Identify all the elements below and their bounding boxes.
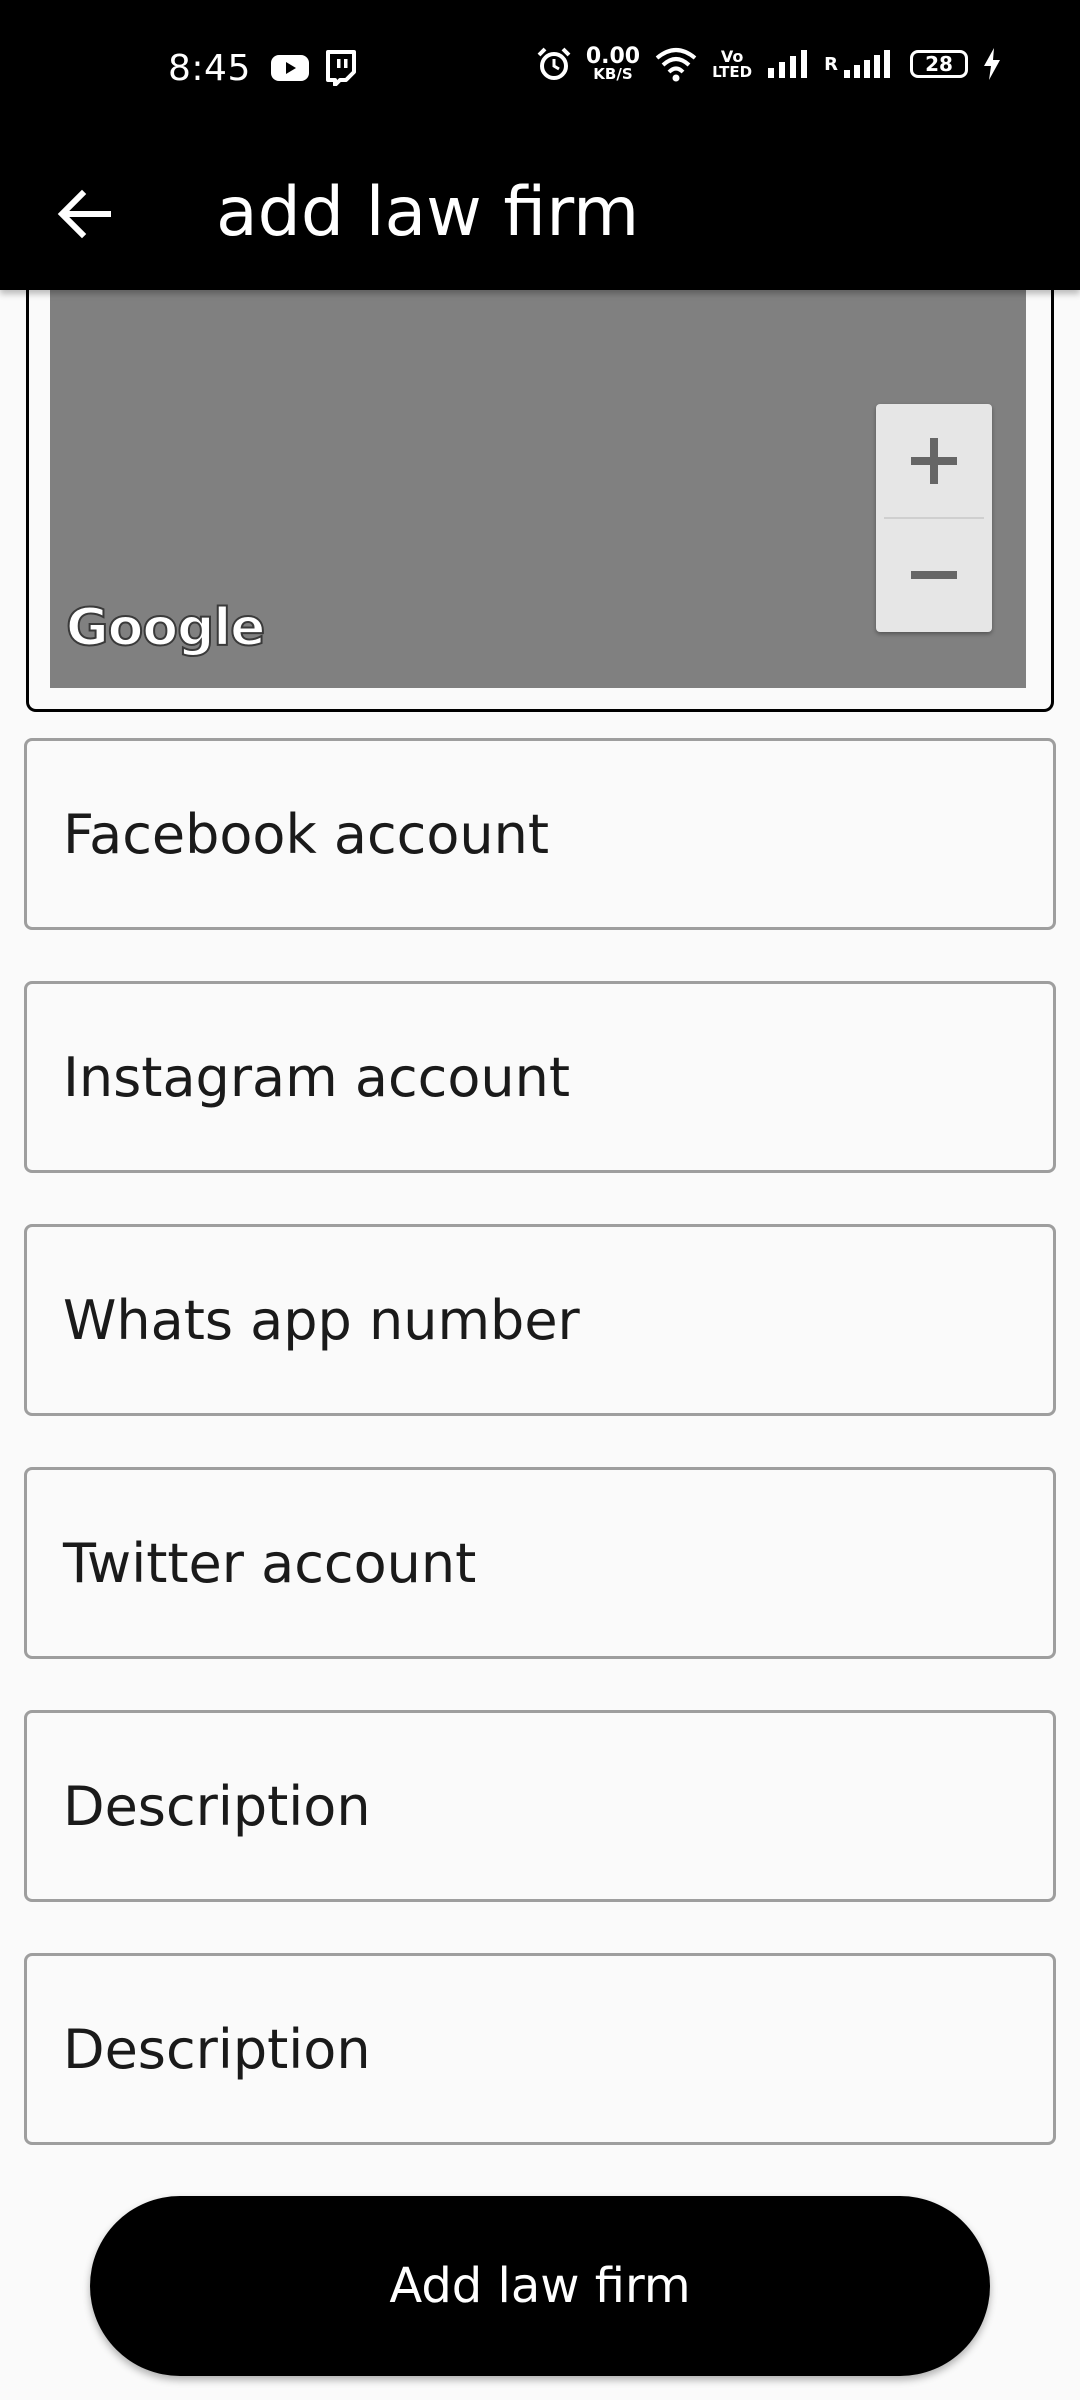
- instagram-account-input[interactable]: Instagram account: [24, 981, 1056, 1173]
- app-bar: add law firm: [0, 140, 1080, 290]
- volte-indicator: Vo LTED: [712, 46, 753, 81]
- add-law-firm-button[interactable]: Add law firm: [90, 2196, 990, 2376]
- status-time: 8:45: [168, 48, 251, 89]
- net-speed: 0.00 KB/S: [585, 44, 641, 83]
- field-placeholder: Description: [63, 2017, 371, 2081]
- wifi-icon: [655, 48, 697, 82]
- page-title: add law firm: [216, 173, 640, 252]
- field-placeholder: Instagram account: [63, 1045, 571, 1109]
- status-bar: 8:45 0.00 KB/S Vo LTED R 28: [0, 0, 1080, 140]
- alarm-icon: [537, 47, 571, 80]
- charging-icon: [984, 48, 1000, 80]
- field-placeholder: Facebook account: [63, 802, 550, 866]
- arrow-left-icon[interactable]: [52, 180, 120, 248]
- notification-icons: [270, 50, 358, 86]
- field-placeholder: Twitter account: [63, 1531, 477, 1595]
- roaming-indicator: R: [824, 53, 838, 75]
- whatsapp-number-input[interactable]: Whats app number: [24, 1224, 1056, 1416]
- google-logo: Google: [65, 597, 266, 659]
- signal-icon: [768, 50, 808, 78]
- description-input[interactable]: Description: [24, 1710, 1056, 1902]
- youtube-icon: [271, 55, 309, 81]
- minus-icon[interactable]: [876, 518, 992, 632]
- signal-icon: [844, 50, 890, 78]
- battery-icon: 28: [910, 50, 968, 78]
- facebook-account-input[interactable]: Facebook account: [24, 738, 1056, 930]
- plus-icon[interactable]: [876, 404, 992, 518]
- description-input-2[interactable]: Description: [24, 1953, 1056, 2145]
- map-zoom-control: [876, 404, 992, 632]
- system-icons: 0.00 KB/S Vo LTED R 28: [536, 46, 1002, 82]
- field-placeholder: Description: [63, 1774, 371, 1838]
- field-placeholder: Whats app number: [63, 1288, 580, 1352]
- twitch-icon: [326, 50, 356, 86]
- twitter-account-input[interactable]: Twitter account: [24, 1467, 1056, 1659]
